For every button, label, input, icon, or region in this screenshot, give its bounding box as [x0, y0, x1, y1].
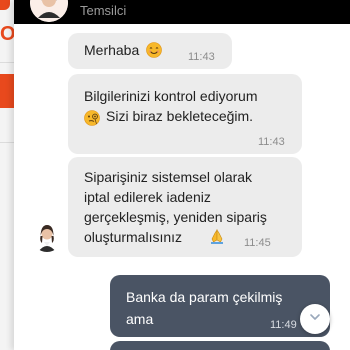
message-bubble-incoming: Bilgilerinizi kontrol ediyorum Sizi bira… [68, 74, 302, 154]
message-text-line: Banka da param çekilmiş [126, 289, 283, 305]
background-brand-text-fragment: O [0, 23, 14, 45]
message-text: Merhaba [84, 42, 140, 58]
message-text-line: Bilgilerinizi kontrol ediyorum [84, 88, 258, 104]
message-text-line: oluşturmalısınız [84, 229, 183, 245]
chat-header: Temsilci [14, 0, 350, 24]
message-bubble-incoming: Siparişiniz sistemsel olarak iptal edile… [68, 157, 302, 257]
message-time: 11:45 [244, 237, 271, 249]
message-time: 11:49 [270, 319, 297, 331]
background-page: O [0, 0, 14, 350]
message-text-line: gerçekleşmiş, yeniden sipariş [84, 209, 267, 225]
scroll-down-button[interactable] [300, 304, 330, 334]
face-with-monocle-icon [84, 110, 100, 126]
message-text-line: Siparişiniz sistemsel olarak [84, 169, 253, 185]
agent-avatar-header [30, 0, 68, 22]
background-divider [0, 142, 14, 143]
message-bubble-outgoing-partial [110, 341, 330, 350]
chat-window: Temsilci Merhaba 11:43 Bilgilerinizi kon… [14, 0, 350, 350]
smiling-face-icon [146, 42, 162, 58]
message-text-line: ama [126, 311, 154, 327]
background-brand-mark [0, 0, 10, 10]
message-text-line: Sizi biraz bekleteceğim. [106, 108, 254, 124]
message-bubble-outgoing: Banka da param çekilmiş ama 11:49 [110, 275, 330, 337]
message-text-line: iptal edilerek iadeniz [84, 189, 211, 205]
folded-hands-icon [209, 228, 225, 244]
background-orange-button[interactable] [0, 74, 14, 108]
agent-avatar [32, 222, 62, 252]
chevron-down-icon [308, 310, 322, 329]
background-divider [0, 62, 14, 63]
message-bubble-incoming: Merhaba 11:43 [68, 33, 232, 69]
message-time: 11:43 [258, 136, 285, 148]
agent-role-label: Temsilci [80, 3, 127, 18]
message-time: 11:43 [188, 51, 215, 63]
